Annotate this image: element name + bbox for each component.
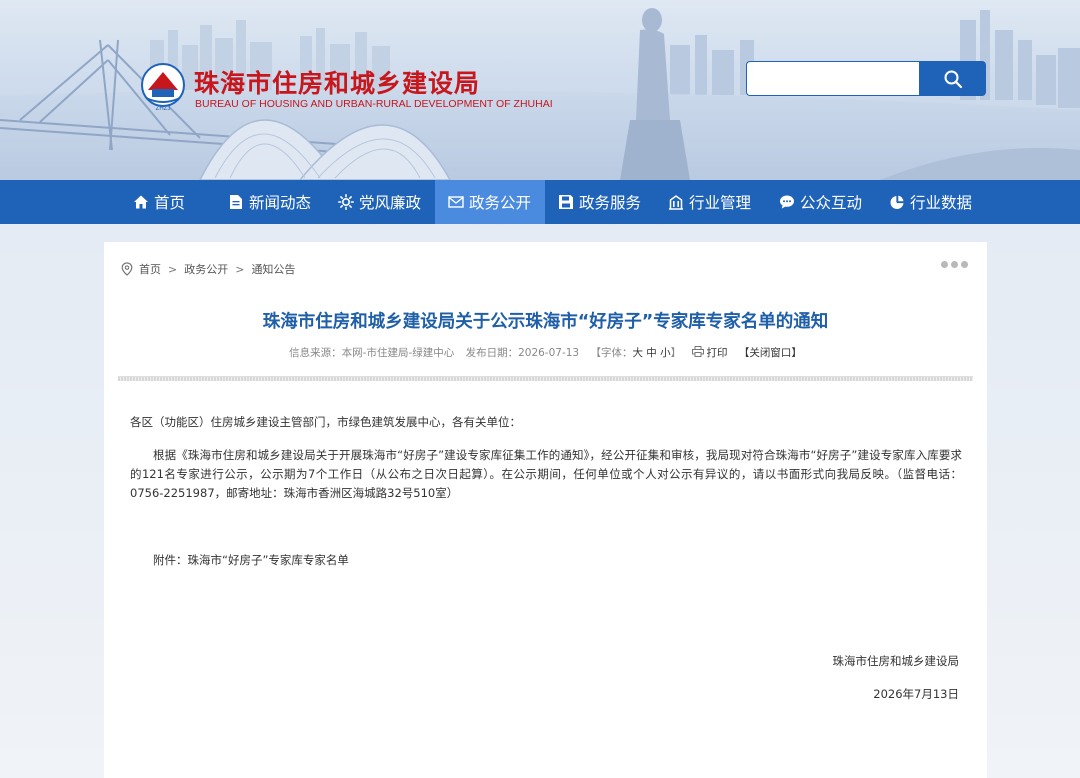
nav-label: 党风廉政: [359, 194, 422, 212]
nav-item-industry-data[interactable]: 行业数据: [889, 180, 972, 224]
chat-icon: [779, 194, 795, 210]
nav-label: 首页: [154, 194, 186, 212]
nav-label: 行业管理: [689, 194, 752, 212]
breadcrumb: 首页 > 政务公开 > 通知公告: [121, 261, 295, 277]
save-icon: [558, 194, 574, 210]
site-title[interactable]: 珠海市住房和城乡建设局: [194, 64, 480, 100]
breadcrumb-notices[interactable]: 通知公告: [251, 261, 295, 277]
location-pin-icon: [121, 262, 133, 276]
nav-item-industry-mgmt[interactable]: 行业管理: [668, 180, 751, 224]
nav-item-home[interactable]: 首页: [133, 180, 185, 224]
nav-item-integrity[interactable]: 党风廉政: [338, 180, 421, 224]
site-logo[interactable]: ZHZJ: [138, 62, 188, 112]
search-box: [746, 61, 986, 96]
article-title: 珠海市住房和城乡建设局关于公示珠海市“好房子”专家库专家名单的通知: [262, 312, 829, 332]
breadcrumb-home[interactable]: 首页: [139, 261, 161, 277]
print-label: 打印: [706, 347, 728, 359]
site-subtitle: BUREAU OF HOUSING AND URBAN-RURAL DEVELO…: [195, 98, 553, 110]
logo-text: ZHZJ: [156, 106, 171, 112]
nav-label: 公众互动: [800, 194, 863, 212]
font-size-end: 】: [670, 347, 682, 359]
nav-label: 政务公开: [469, 194, 532, 212]
font-size-label: 【字体：: [590, 347, 633, 359]
search-button[interactable]: [919, 61, 986, 96]
search-input[interactable]: [746, 61, 920, 96]
nav-item-gov-service[interactable]: 政务服务: [558, 180, 641, 224]
nav-item-gov-affairs[interactable]: 政务公开: [435, 180, 545, 224]
title-divider: [118, 376, 973, 381]
attachment-link[interactable]: 附件：珠海市“好房子”专家库专家名单: [153, 551, 985, 570]
document-icon: [228, 194, 244, 210]
font-size-control: 【字体：大 中 小】: [590, 347, 681, 359]
greeting-paragraph: 各区（功能区）住房城乡建设主管部门，市绿色建筑发展中心，各有关单位：: [130, 415, 521, 429]
pie-chart-icon: [889, 194, 905, 210]
close-window-button[interactable]: 【关闭窗口】: [739, 347, 802, 359]
breadcrumb-separator: >: [168, 262, 178, 276]
font-size-options[interactable]: 大 中 小: [632, 347, 670, 359]
article-card: 首页 > 政务公开 > 通知公告 珠海市住房和城乡建设局关于公示珠海市“好房子”…: [104, 242, 987, 778]
search-icon: [944, 70, 962, 88]
mail-icon: [448, 194, 464, 210]
main-paragraph: 根据《珠海市住房和城乡建设局关于开展珠海市“好房子”建设专家库征集工作的通知》，…: [130, 448, 962, 500]
signature-date: 2026年7月13日: [873, 687, 959, 701]
header-banner: ZHZJ 珠海市住房和城乡建设局 BUREAU OF HOUSING AND U…: [0, 0, 1080, 180]
nav-label: 行业数据: [910, 194, 973, 212]
nav-label: 新闻动态: [249, 194, 312, 212]
sun-icon: [338, 194, 354, 210]
main-nav: 首页 新闻动态 党风廉政 政务公开 政务服务 行业管理 公众互动 行业数据: [0, 180, 1080, 224]
printer-icon: [692, 346, 705, 357]
meta-date: 发布日期：2026-07-13: [465, 347, 580, 359]
nav-item-public-interaction[interactable]: 公众互动: [779, 180, 862, 224]
signature-organization: 珠海市住房和城乡建设局: [832, 654, 960, 668]
breadcrumb-gov-affairs[interactable]: 政务公开: [184, 261, 228, 277]
print-button[interactable]: 打印: [692, 346, 730, 359]
bureau-emblem-icon: ZHZJ: [141, 63, 185, 112]
nav-item-news[interactable]: 新闻动态: [228, 180, 311, 224]
breadcrumb-separator: >: [235, 262, 245, 276]
home-icon: [133, 194, 149, 210]
building-icon: [668, 194, 684, 210]
nav-label: 政务服务: [579, 194, 642, 212]
meta-source: 信息来源：本网-市住建局-绿建中心: [289, 347, 455, 359]
article-meta: 信息来源：本网-市住建局-绿建中心 发布日期：2026-07-13 【字体：大 …: [104, 345, 987, 360]
more-options-icon[interactable]: [941, 261, 968, 268]
